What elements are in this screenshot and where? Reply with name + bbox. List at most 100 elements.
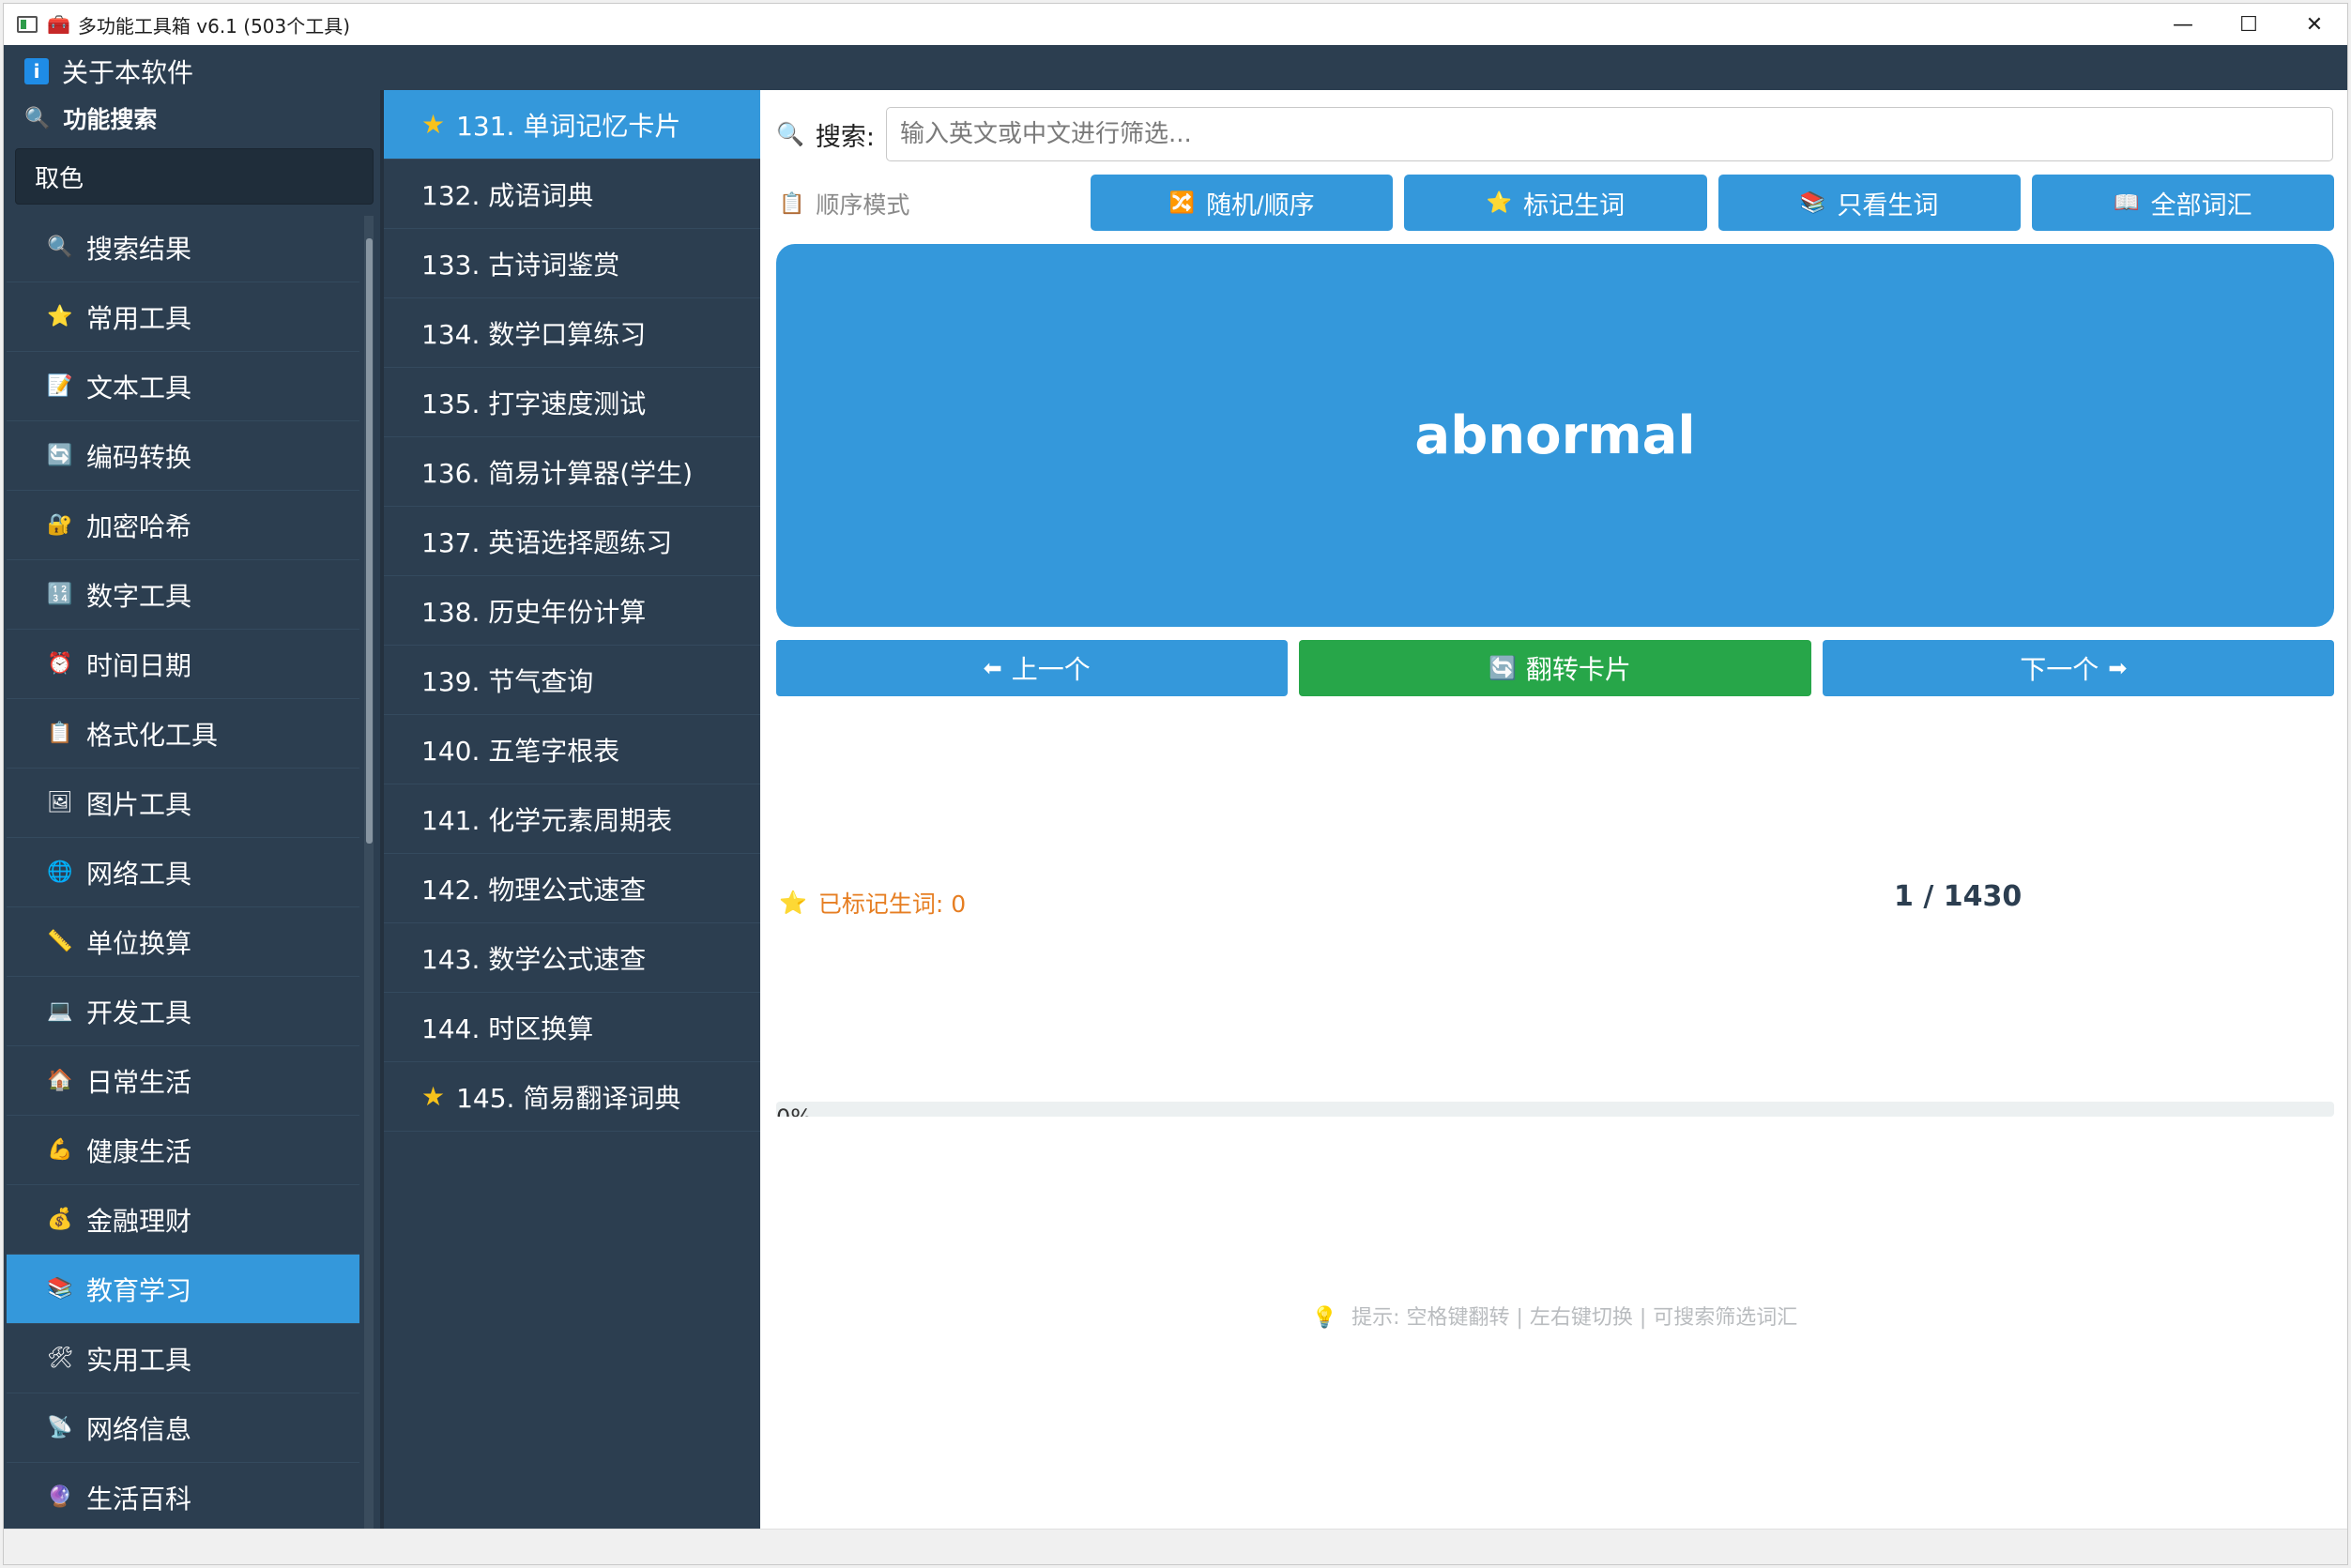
sidebar-item-label: 文本工具 xyxy=(86,372,192,403)
sidebar-item[interactable]: 🔮 生活百科 xyxy=(7,1463,359,1532)
tool-list-item[interactable]: ★ 145. 简易翻译词典 xyxy=(384,1062,760,1132)
sidebar-item[interactable]: 🖼 图片工具 xyxy=(7,769,359,838)
tool-item-label: 137. 英语选择题练习 xyxy=(421,526,673,558)
category-sidebar: 🔍 功能搜索 取色 🔍 搜索结果 ⭐ 常用工具 📝 文本工具 🔄 编码转换 🔐 加密哈希 🔢 数字工具… xyxy=(4,90,380,1532)
tools-icon: 🛠 xyxy=(47,1347,73,1370)
tool-item-label: 135. 打字速度测试 xyxy=(421,388,647,419)
sidebar-item[interactable]: 🔍 搜索结果 xyxy=(7,213,359,282)
app-icon xyxy=(17,16,38,33)
maximize-button[interactable]: ☐ xyxy=(2216,4,2282,45)
tool-list-item[interactable]: 144. 时区换算 xyxy=(384,993,760,1062)
tool-list-item[interactable]: 137. 英语选择题练习 xyxy=(384,507,760,576)
sidebar-item-label: 日常生活 xyxy=(86,1066,192,1098)
sidebar-item-label: 格式化工具 xyxy=(86,719,219,751)
mark-word-label: 标记生词 xyxy=(1523,190,1626,220)
tool-list-item[interactable]: ★ 131. 单词记忆卡片 xyxy=(384,90,760,160)
tool-item-label: 145. 简易翻译词典 xyxy=(456,1082,681,1114)
card-counter: 1 / 1430 xyxy=(1894,880,2023,913)
sidebar-item[interactable]: 🌐 网络工具 xyxy=(7,838,359,907)
word-search-input[interactable] xyxy=(886,107,2333,161)
convert-icon: 🔄 xyxy=(47,444,73,467)
sidebar-item[interactable]: 🔢 数字工具 xyxy=(7,560,359,630)
sidebar-item[interactable]: 💰 金融理财 xyxy=(7,1185,359,1255)
feature-search-label: 功能搜索 xyxy=(63,106,158,133)
all-words-label: 全部词汇 xyxy=(2150,190,2252,220)
tool-item-label: 143. 数学公式速查 xyxy=(421,943,647,975)
tool-list-item[interactable]: 134. 数学口算练习 xyxy=(384,298,760,368)
laptop-icon: 💻 xyxy=(47,999,73,1023)
only-marked-label: 只看生词 xyxy=(1837,190,1939,220)
toolbox-icon: 🧰 xyxy=(47,13,70,36)
close-button[interactable]: ✕ xyxy=(2282,4,2347,45)
sidebar-item-label: 网络信息 xyxy=(86,1413,192,1445)
shuffle-icon: 🔀 xyxy=(1168,190,1196,214)
category-scrollbar-thumb[interactable] xyxy=(366,238,373,844)
about-button[interactable]: i 关于本软件 xyxy=(24,53,193,90)
sidebar-item-label: 数字工具 xyxy=(86,580,192,612)
sidebar-item[interactable]: 💪 健康生活 xyxy=(7,1116,359,1185)
flip-icon: 🔄 xyxy=(1488,655,1517,681)
sidebar-item[interactable]: 🔐 加密哈希 xyxy=(7,491,359,560)
search-icon: 🔍 xyxy=(47,236,73,259)
sidebar-item[interactable]: 🛠 实用工具 xyxy=(7,1324,359,1393)
hint-text: 提示: 空格键翻转 | 左右键切换 | 可搜索筛选词汇 xyxy=(1351,1306,1798,1330)
only-marked-button[interactable]: 📚 只看生词 xyxy=(1717,175,2021,231)
feature-search-input[interactable]: 取色 xyxy=(15,148,374,205)
sidebar-item[interactable]: 📚 教育学习 xyxy=(7,1255,359,1324)
shuffle-label: 随机/顺序 xyxy=(1206,190,1315,220)
star-icon: ★ xyxy=(421,109,446,140)
sidebar-item-label: 常用工具 xyxy=(86,302,192,334)
flip-card-button[interactable]: 🔄 翻转卡片 xyxy=(1299,640,1811,696)
next-button[interactable]: 下一个 ➡ xyxy=(1822,640,2334,696)
tool-item-label: 131. 单词记忆卡片 xyxy=(456,110,681,142)
tool-list-item[interactable]: 133. 古诗词鉴赏 xyxy=(384,229,760,298)
star-icon: ★ xyxy=(421,1081,446,1112)
flip-card-label: 翻转卡片 xyxy=(1525,655,1631,684)
info-icon: i xyxy=(24,58,49,84)
sidebar-item-label: 生活百科 xyxy=(86,1483,192,1515)
sidebar-item-label: 教育学习 xyxy=(86,1274,192,1306)
sidebar-item-label: 单位换算 xyxy=(86,927,192,959)
minimize-button[interactable]: — xyxy=(2150,4,2216,45)
memo-icon: 📝 xyxy=(47,374,73,398)
sidebar-item[interactable]: ⭐ 常用工具 xyxy=(7,282,359,352)
tool-list-item[interactable]: 141. 化学元素周期表 xyxy=(384,784,760,854)
star-icon: ⭐ xyxy=(1486,190,1513,214)
shuffle-button[interactable]: 🔀 随机/顺序 xyxy=(1091,175,1394,231)
tool-list-item[interactable]: 143. 数学公式速查 xyxy=(384,923,760,993)
word-search-row: 🔍 搜索: xyxy=(776,107,2333,161)
tool-list-item[interactable]: 132. 成语词典 xyxy=(384,160,760,229)
tool-item-label: 134. 数学口算练习 xyxy=(421,318,647,350)
tool-list-item[interactable]: 139. 节气查询 xyxy=(384,646,760,715)
sidebar-item[interactable]: 📋 格式化工具 xyxy=(7,699,359,769)
tool-list-item[interactable]: 135. 打字速度测试 xyxy=(384,368,760,437)
tool-item-label: 141. 化学元素周期表 xyxy=(421,804,673,836)
sidebar-item[interactable]: 🏠 日常生活 xyxy=(7,1046,359,1116)
window-controls: — ☐ ✕ xyxy=(2150,4,2347,45)
mark-word-button[interactable]: ⭐ 标记生词 xyxy=(1404,175,1707,231)
sidebar-item[interactable]: 📡 网络信息 xyxy=(7,1393,359,1463)
arrow-right-icon: ➡ xyxy=(2108,655,2128,681)
search-icon: 🔍 xyxy=(24,106,51,130)
window-title: 多功能工具箱 v6.1 (503个工具) xyxy=(77,14,351,38)
sidebar-item[interactable]: 📏 单位换算 xyxy=(7,907,359,977)
sidebar-item[interactable]: ⏰ 时间日期 xyxy=(7,630,359,699)
tool-list-item[interactable]: 138. 历史年份计算 xyxy=(384,576,760,646)
tool-item-label: 136. 简易计算器(学生) xyxy=(421,457,694,489)
progress-bar: 0% xyxy=(776,1102,2334,1117)
sidebar-item[interactable]: 🔄 编码转换 xyxy=(7,421,359,491)
star-icon: ⭐ xyxy=(47,305,73,328)
tool-list-item[interactable]: 140. 五笔字根表 xyxy=(384,715,760,784)
keyboard-hint: 💡 提示: 空格键翻转 | 左右键切换 | 可搜索筛选词汇 xyxy=(760,1301,2347,1331)
previous-button[interactable]: ⬅ 上一个 xyxy=(776,640,1289,696)
top-bar: i 关于本软件 xyxy=(4,45,2347,90)
marked-words-count: 已标记生词: 0 xyxy=(817,891,967,918)
sidebar-item[interactable]: 📝 文本工具 xyxy=(7,352,359,421)
flashcard[interactable]: abnormal xyxy=(776,244,2334,627)
sidebar-item[interactable]: 💻 开发工具 xyxy=(7,977,359,1046)
flashcard-panel: 🔍 搜索: 📋 顺序模式 🔀 随机/顺序 ⭐ 标记生词 📚 只看生词 📖 xyxy=(760,90,2347,1529)
tool-item-label: 133. 古诗词鉴赏 xyxy=(421,249,620,281)
tool-list-item[interactable]: 136. 简易计算器(学生) xyxy=(384,437,760,507)
all-words-button[interactable]: 📖 全部词汇 xyxy=(2031,175,2334,231)
tool-list-item[interactable]: 142. 物理公式速查 xyxy=(384,854,760,923)
